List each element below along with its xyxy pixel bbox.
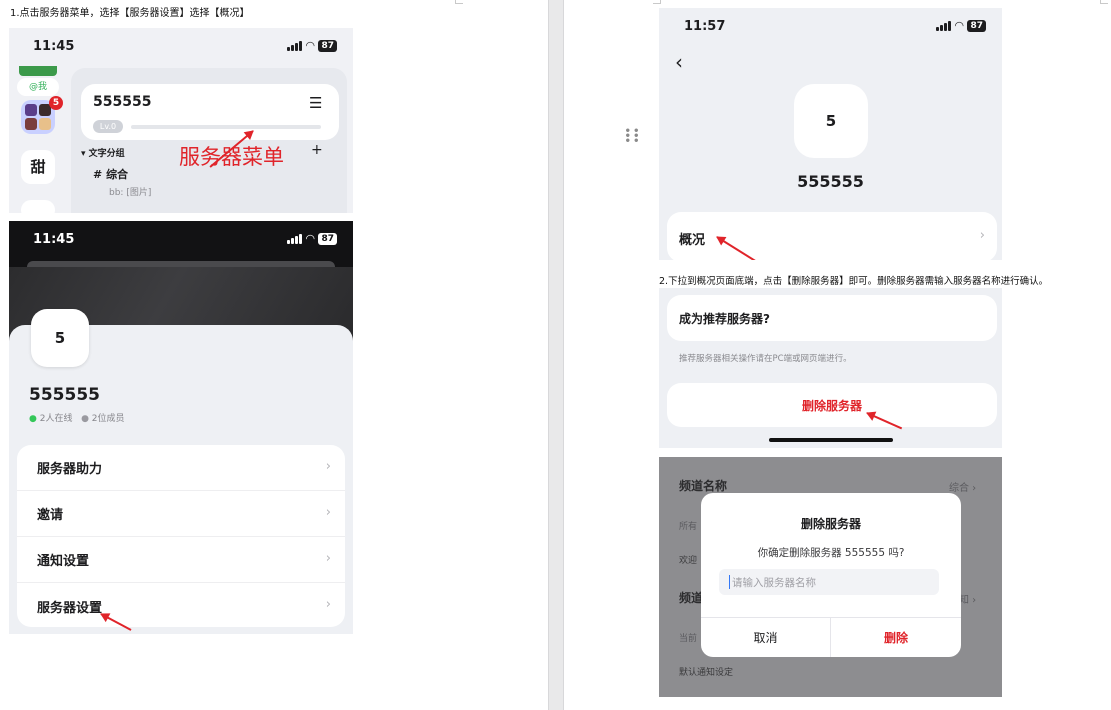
bg-notify-text: 知 ›	[959, 595, 977, 606]
page-corner-mark	[1100, 0, 1108, 4]
screenshot-server-menu: 11:45 ◠ 87 @我 5 甜 555555 ☰ Lv.0 ▾ 文字分组 +…	[9, 28, 353, 213]
bg-welcome-text: 欢迎	[679, 556, 698, 566]
battery-icon: 87	[318, 232, 337, 245]
server-header-card: 555555 ☰ Lv.0	[81, 84, 339, 140]
menu-item-notifications[interactable]: 通知设置 ›	[17, 537, 345, 583]
battery-icon: 87	[318, 39, 337, 52]
status-icons: ◠ 87	[287, 232, 337, 245]
settings-menu: 服务器助力 › 邀请 › 通知设置 › 服务器设置 ›	[17, 445, 345, 627]
delete-server-button[interactable]: 删除服务器	[667, 383, 997, 427]
page-gutter	[548, 0, 564, 710]
sidebar-top-avatar[interactable]	[19, 66, 57, 76]
status-time: 11:45	[33, 232, 75, 247]
status-icons: ◠ 87	[287, 39, 337, 52]
annotation-label: 服务器菜单	[179, 145, 284, 169]
member-dot-icon: ●	[81, 414, 89, 424]
chevron-right-icon: ›	[325, 459, 331, 474]
bg-default-notify: 默认通知设定	[679, 668, 734, 678]
server-menu-button[interactable]: ☰	[309, 94, 322, 112]
dialog-message: 你确定删除服务器 555555 吗?	[757, 547, 905, 559]
add-channel-icon[interactable]: +	[311, 142, 323, 158]
signal-icon	[287, 40, 302, 51]
cancel-button[interactable]: 取消	[701, 629, 830, 646]
dialog-title: 删除服务器	[800, 517, 861, 531]
status-bar: 11:57 ◠ 87	[659, 8, 1002, 38]
home-indicator	[769, 438, 893, 442]
text-cursor	[729, 575, 730, 589]
status-bar: 11:45 ◠ 87	[9, 221, 353, 251]
member-stats: ● 2人在线 ● 2位成员	[29, 414, 125, 424]
chevron-right-icon: ›	[325, 505, 331, 520]
hash-icon: #	[93, 168, 103, 181]
back-button[interactable]: ‹	[675, 50, 683, 74]
group-header[interactable]: ▾ 文字分组	[81, 146, 125, 159]
chevron-right-icon: ›	[325, 597, 331, 612]
signal-icon	[287, 233, 302, 244]
overview-label: 概况	[679, 233, 706, 248]
bg-channel2-title: 频道	[679, 591, 704, 605]
status-time: 11:57	[684, 19, 726, 34]
server-name: 555555	[93, 94, 152, 110]
online-dot-icon: ●	[29, 414, 37, 424]
page-corner-mark	[455, 0, 463, 4]
screenshot-delete-dialog: 频道名称 综合 › 所有 欢迎 频道 知 › 当前 默认通知设定 删除服务器 你…	[659, 457, 1002, 697]
sidebar-server-next[interactable]	[21, 200, 55, 213]
bg-current-text: 当前	[679, 634, 698, 644]
channel-preview: bb: [图片]	[109, 188, 152, 198]
step2-caption: 2.下拉到概况页面底端，点击【删除服务器】即可。删除服务器需输入服务器名称进行确…	[659, 276, 1049, 287]
status-time: 11:45	[33, 39, 75, 54]
step1-caption: 1.点击服务器菜单，选择【服务器设置】选择【概况】	[10, 8, 250, 19]
recommend-card[interactable]: 成为推荐服务器?	[667, 295, 997, 341]
server-avatar: 5	[794, 84, 868, 158]
server-name-input[interactable]: 请输入服务器名称	[719, 569, 939, 595]
level-badge: Lv.0	[93, 120, 123, 133]
chevron-down-icon: ▾	[81, 149, 89, 159]
battery-icon: 87	[967, 19, 986, 32]
at-me-pill[interactable]: @我	[17, 78, 59, 96]
server-name: 555555	[29, 385, 100, 405]
signal-icon	[936, 20, 951, 31]
bg-channel-name-title: 频道名称	[679, 479, 728, 493]
unread-badge: 5	[49, 96, 63, 110]
recommend-title: 成为推荐服务器?	[679, 312, 770, 326]
bg-all-text: 所有	[679, 522, 698, 532]
status-bar: 11:45 ◠ 87	[9, 28, 353, 58]
sheet-top-edge	[27, 261, 335, 267]
screenshot-server-profile: 11:57 ◠ 87 ‹ 5 555555 概况 ›	[659, 8, 1002, 260]
menu-item-server-settings[interactable]: 服务器设置 ›	[17, 583, 345, 629]
status-icons: ◠ 87	[936, 19, 986, 32]
server-name: 555555	[797, 172, 864, 191]
wifi-icon: ◠	[306, 232, 315, 245]
level-progress	[131, 125, 321, 129]
wifi-icon: ◠	[306, 39, 315, 52]
screenshot-server-settings: 11:45 ◠ 87 5 555555 ● 2人在线 ● 2位成员 服务器助力 ›…	[9, 221, 353, 634]
dialog-divider	[701, 617, 961, 618]
bg-channel-name-value: 综合 ›	[949, 483, 977, 494]
chevron-right-icon: ›	[979, 228, 985, 243]
recommend-note: 推荐服务器相关操作请在PC端或网页端进行。	[679, 354, 852, 364]
chevron-right-icon: ›	[325, 551, 331, 566]
drag-handle-icon[interactable]: ∙∙ ∙∙ ∙∙	[624, 124, 640, 146]
server-avatar: 5	[31, 309, 89, 367]
delete-server-label: 删除服务器	[801, 399, 862, 413]
delete-dialog: 删除服务器 你确定删除服务器 555555 吗? 请输入服务器名称 取消 删除	[701, 493, 961, 657]
screenshot-delete-server: 成为推荐服务器? 推荐服务器相关操作请在PC端或网页端进行。 删除服务器	[659, 288, 1002, 448]
sidebar-server-tian[interactable]: 甜	[21, 150, 55, 184]
channel-item[interactable]: # 综合	[93, 166, 128, 182]
confirm-delete-button[interactable]: 删除	[831, 629, 961, 646]
page-corner-mark	[653, 0, 661, 4]
menu-item-boost[interactable]: 服务器助力 ›	[17, 445, 345, 491]
menu-item-invite[interactable]: 邀请 ›	[17, 491, 345, 537]
wifi-icon: ◠	[955, 19, 964, 32]
input-placeholder: 请输入服务器名称	[732, 577, 816, 589]
